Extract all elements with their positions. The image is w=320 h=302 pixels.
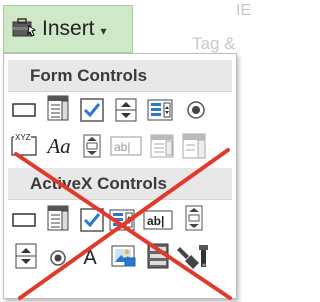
command-button-icon[interactable] (10, 206, 38, 234)
activex-scroll-bar-icon[interactable] (180, 204, 208, 232)
label-icon[interactable]: Aa (44, 132, 74, 160)
list-box-icon[interactable] (146, 96, 174, 124)
activex-combo-box-icon[interactable] (44, 204, 72, 232)
activex-spin-button-icon[interactable] (12, 242, 40, 270)
option-button-icon[interactable] (182, 96, 210, 124)
group-box-label: XYZ (15, 133, 31, 142)
more-controls-icon[interactable] (176, 242, 210, 270)
activex-label-text: A (83, 246, 97, 269)
label-icon-text: Aa (47, 133, 71, 158)
spin-button-icon[interactable] (112, 96, 140, 124)
insert-button-label: Insert (42, 17, 95, 40)
background-text-ie: IE (236, 2, 252, 19)
toggle-button-icon[interactable] (144, 242, 172, 270)
text-box-icon[interactable]: ab| (142, 206, 174, 234)
button-icon[interactable] (10, 96, 38, 124)
activex-label-icon[interactable]: A (76, 244, 104, 272)
toolbox-icon (12, 16, 37, 43)
activex-controls-header: ActiveX Controls (8, 168, 232, 200)
image-icon[interactable] (110, 242, 138, 270)
text-field-icon[interactable]: ab| (110, 132, 142, 160)
background-text-tag: Tag & (192, 34, 236, 53)
activex-list-box-icon[interactable] (108, 206, 136, 234)
combo-list-edit-icon[interactable] (148, 132, 176, 160)
combo-dropdown-edit-icon[interactable] (180, 132, 208, 160)
combo-box-icon[interactable] (44, 94, 72, 122)
group-box-icon[interactable]: XYZ (10, 130, 38, 158)
activex-check-box-icon[interactable] (78, 206, 106, 234)
activex-option-button-icon[interactable] (44, 244, 72, 272)
scroll-bar-icon[interactable] (78, 132, 106, 160)
text-field-label: ab| (114, 140, 130, 154)
text-box-label: ab| (147, 214, 164, 228)
chevron-down-icon: ▾ (100, 24, 107, 38)
insert-controls-button[interactable]: Insert ▾ (3, 5, 133, 53)
insert-controls-dropdown: Form Controls XYZ Aa ab| ActiveX Control… (3, 53, 237, 299)
check-box-icon[interactable] (78, 96, 106, 124)
form-controls-header: Form Controls (8, 60, 232, 92)
